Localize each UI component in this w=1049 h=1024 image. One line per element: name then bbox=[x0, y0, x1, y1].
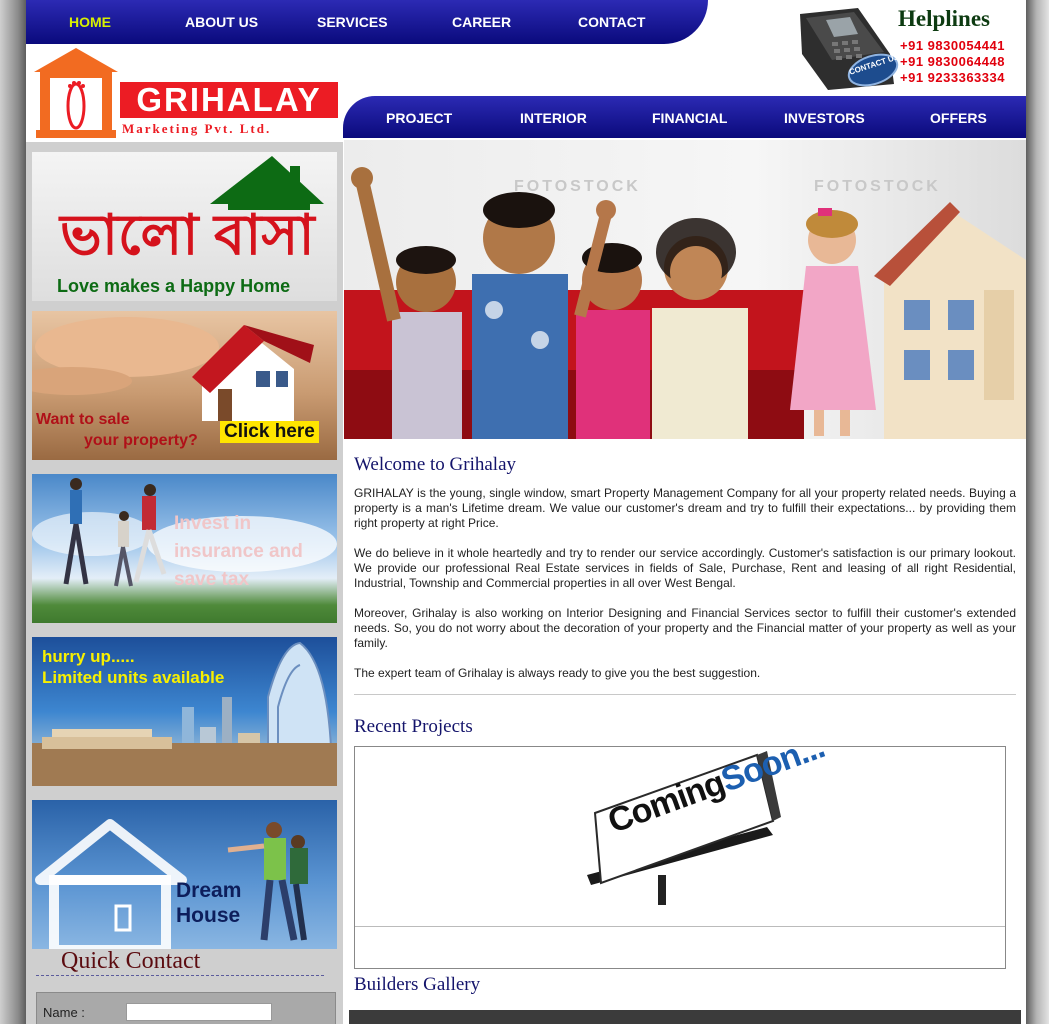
name-label: Name : bbox=[43, 1005, 85, 1020]
sidebar: ভালো বাসা Love makes a Happy Home Want t… bbox=[26, 142, 343, 1024]
builders-gallery-strip[interactable] bbox=[349, 1010, 1021, 1024]
builders-gallery-heading: Builders Gallery bbox=[354, 974, 481, 995]
hero-watermark-2: FOTOSTOCK bbox=[814, 178, 941, 195]
slider-footer-divider bbox=[355, 926, 1005, 927]
banner-love-home[interactable]: ভালো বাসা Love makes a Happy Home bbox=[32, 152, 337, 301]
nav-contact[interactable]: CONTACT bbox=[578, 14, 645, 30]
banner-limited-units[interactable]: hurry up..... Limited units available bbox=[32, 637, 337, 786]
banner-bengali-text: ভালো বাসা bbox=[60, 203, 315, 266]
banner-hurry-line1: hurry up..... bbox=[42, 647, 135, 666]
nav-about-us[interactable]: ABOUT US bbox=[185, 14, 258, 30]
nav-financial[interactable]: FINANCIAL bbox=[652, 110, 727, 126]
nav-interior[interactable]: INTERIOR bbox=[520, 110, 587, 126]
sub-nav: PROJECT INTERIOR FINANCIAL INVESTORS OFF… bbox=[343, 96, 1026, 138]
right-page-shadow bbox=[1026, 0, 1049, 1024]
top-nav: HOME ABOUT US SERVICES CAREER CONTACT bbox=[26, 0, 708, 44]
banner-sell-property[interactable]: Want to sale your property? Click here bbox=[32, 311, 337, 460]
nav-investors[interactable]: INVESTORS bbox=[784, 110, 865, 126]
nav-offers[interactable]: OFFERS bbox=[930, 110, 987, 126]
name-input[interactable] bbox=[126, 1003, 272, 1021]
quick-contact-divider bbox=[36, 975, 324, 976]
welcome-heading: Welcome to Grihalay bbox=[354, 454, 517, 475]
logo-house-icon[interactable] bbox=[26, 44, 126, 140]
recent-projects-slider[interactable]: ComingSoon... bbox=[354, 727, 1006, 969]
banner-sell-line1: Want to sale bbox=[36, 411, 130, 428]
welcome-paragraph-2: We do believe in it whole heartedly and … bbox=[354, 546, 1016, 590]
banner-insurance[interactable]: Invest in insurance and save tax bbox=[32, 474, 337, 623]
helpline-number-1: +91 9830054441 bbox=[900, 38, 1005, 53]
helplines-title: Helplines bbox=[898, 6, 991, 31]
helpline-number-2: +91 9830064448 bbox=[900, 54, 1005, 69]
banner-dream-house[interactable]: Dream House bbox=[32, 800, 337, 949]
welcome-paragraph-1: GRIHALAY is the young, single window, sm… bbox=[354, 486, 1016, 530]
banner-dream-text: Dream House bbox=[176, 879, 242, 927]
hero-watermark-1: FOTOSTOCK bbox=[514, 178, 641, 195]
logo-name[interactable]: GRIHALAY bbox=[120, 82, 338, 118]
hero-family-photo: FOTOSTOCK FOTOSTOCK bbox=[344, 140, 1026, 439]
click-here-button[interactable]: Click here bbox=[220, 421, 319, 443]
billboard-icon bbox=[587, 751, 781, 905]
telephone-icon bbox=[800, 8, 899, 90]
helpline-number-3: +91 9233363334 bbox=[900, 70, 1005, 85]
content-divider bbox=[354, 694, 1016, 695]
nav-project[interactable]: PROJECT bbox=[386, 110, 452, 126]
nav-services[interactable]: SERVICES bbox=[317, 14, 388, 30]
banner-hurry-line2: Limited units available bbox=[42, 668, 225, 687]
left-page-shadow bbox=[0, 0, 26, 1024]
banner-tagline: Love makes a Happy Home bbox=[57, 276, 291, 296]
page: HOME ABOUT US SERVICES CAREER CONTACT CO… bbox=[26, 0, 1026, 1024]
banner-sell-line2: your property? bbox=[84, 432, 198, 449]
quick-contact-title: Quick Contact bbox=[61, 948, 201, 974]
logo-subtitle: Marketing Pvt. Ltd. bbox=[122, 121, 272, 136]
recent-projects-heading: Recent Projects bbox=[354, 716, 473, 737]
welcome-paragraph-4: The expert team of Grihalay is always re… bbox=[354, 666, 761, 680]
welcome-text: GRIHALAY is the young, single window, sm… bbox=[354, 486, 1016, 696]
nav-home[interactable]: HOME bbox=[69, 14, 111, 30]
nav-career[interactable]: CAREER bbox=[452, 14, 511, 30]
welcome-paragraph-3: Moreover, Grihalay is also working on In… bbox=[354, 606, 1016, 650]
banner-insurance-text: Invest in insurance and save tax bbox=[174, 513, 303, 590]
